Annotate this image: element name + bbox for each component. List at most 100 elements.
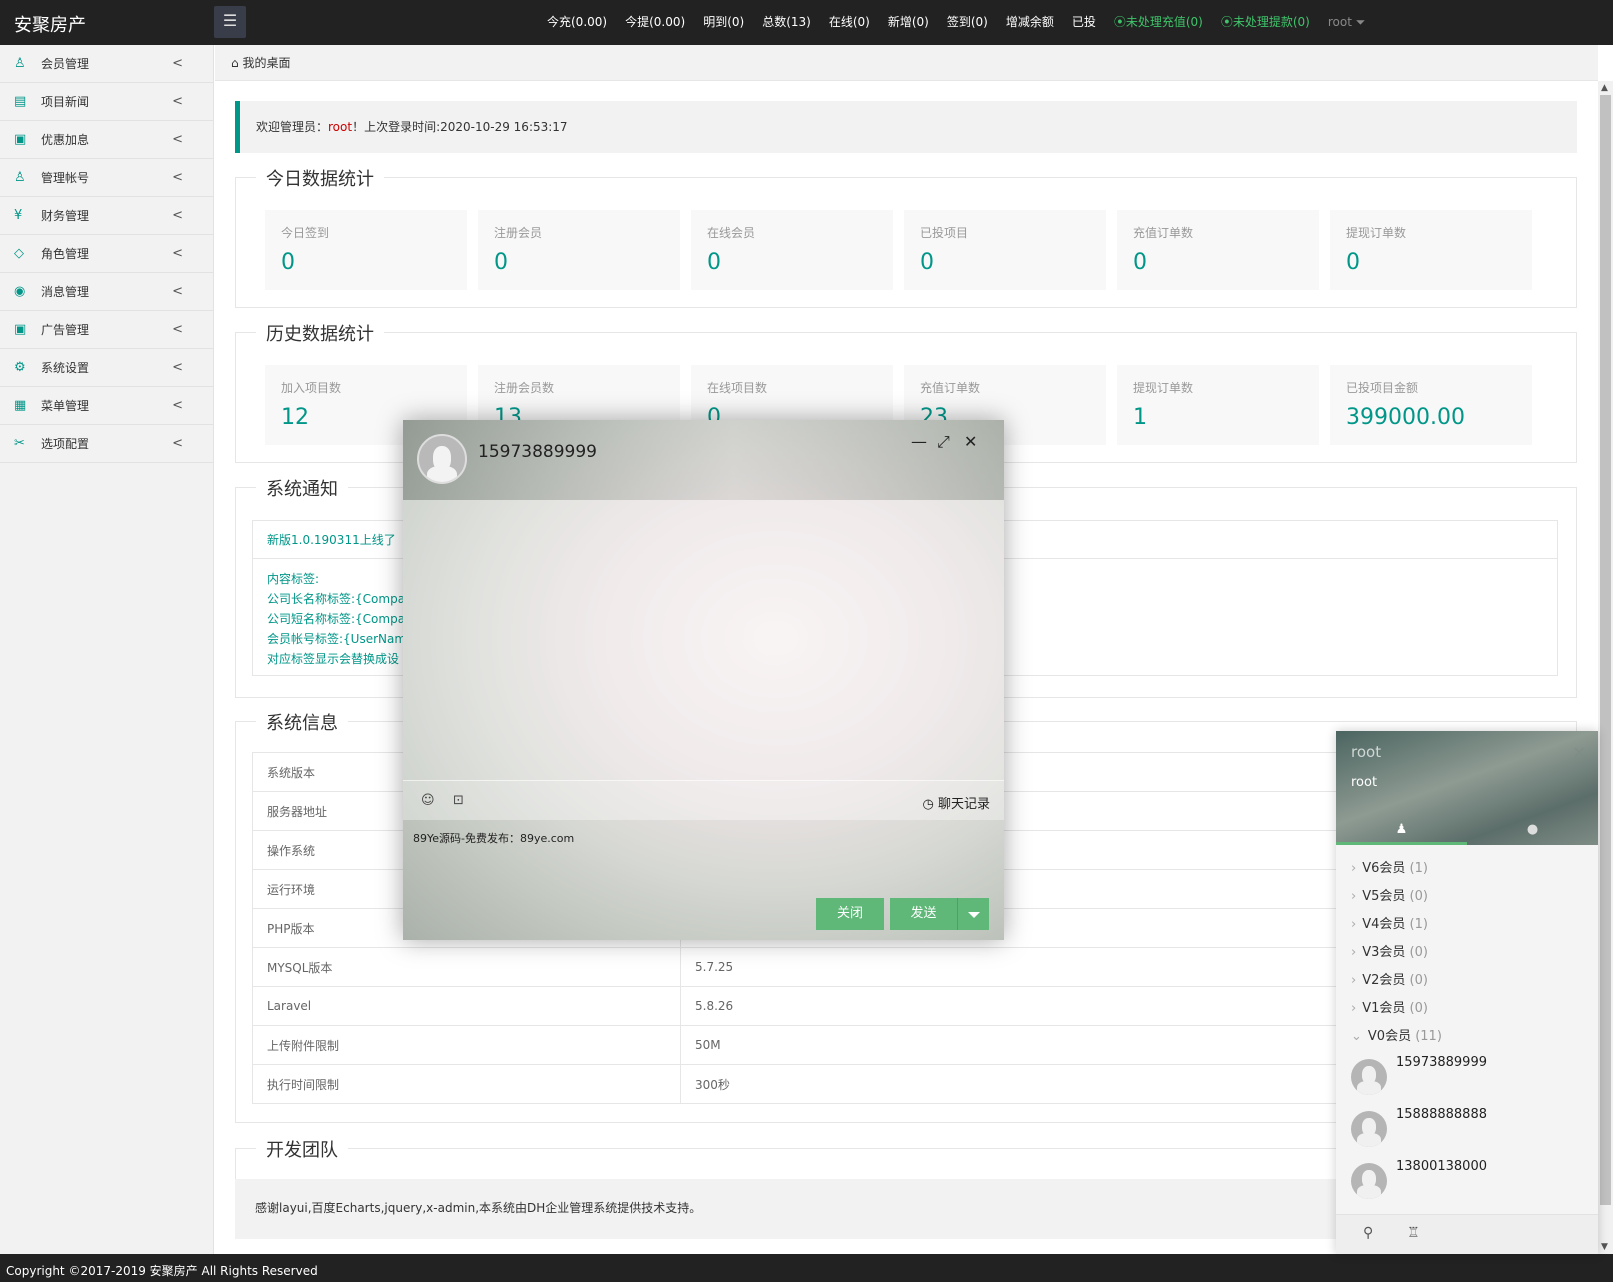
nav-pending-recharge[interactable]: ⦿未处理充值(0): [1105, 0, 1212, 45]
stat-label: 今日签到: [281, 226, 330, 240]
today-stats-title: 今日数据统计: [256, 165, 384, 191]
scrollbar-thumb[interactable]: [1600, 95, 1611, 1205]
group-name: V4会员: [1362, 917, 1406, 932]
nav-today-recharge[interactable]: 今充(0.00): [538, 0, 616, 45]
list-item[interactable]: › V2会员 (0): [1336, 967, 1598, 995]
list-item[interactable]: › V4会员 (1): [1336, 911, 1598, 939]
sidebar-item-admin[interactable]: ♙ 管理帐号 <: [0, 159, 213, 197]
top-bar: 安聚房产 ☰ 今充(0.00) 今提(0.00) 明到(0) 总数(13) 在线…: [0, 0, 1613, 45]
discount-icon: ▣: [14, 132, 27, 147]
chevron-right-icon: ›: [1351, 861, 1357, 876]
chat-toolbar: ☺ ⊡ ◷ 聊天记录: [403, 780, 1004, 820]
chevron-left-icon: <: [172, 94, 183, 109]
nav-invested[interactable]: 已投: [1063, 0, 1105, 45]
nav-pending-withdraw[interactable]: ⦿未处理提款(0): [1212, 0, 1319, 45]
close-icon[interactable]: ✕: [1573, 743, 1586, 762]
maximize-icon[interactable]: ⤢: [937, 432, 950, 452]
group-count: (11): [1415, 1029, 1442, 1044]
sidebar-item-ads[interactable]: ▣ 广告管理 <: [0, 311, 213, 349]
stat-label: 提现订单数: [1133, 381, 1194, 395]
welcome-banner: 欢迎管理员：root！上次登录时间:2020-10-29 16:53:17: [235, 101, 1577, 153]
clock-icon: ◷: [922, 797, 934, 812]
list-item[interactable]: › V5会员 (0): [1336, 883, 1598, 911]
stat-label: 充值订单数: [920, 381, 981, 395]
sidebar-item-discount[interactable]: ▣ 优惠加息 <: [0, 121, 213, 159]
sidebar-item-menus[interactable]: ▦ 菜单管理 <: [0, 387, 213, 425]
chevron-right-icon: ›: [1351, 1001, 1357, 1016]
im-main-panel: root root ✕ ♟ ● › V6会员 (1) › V5会员 (0) › V4会…: [1336, 731, 1598, 1254]
chevron-left-icon: <: [172, 246, 183, 261]
stat-label: 已投项目: [920, 226, 969, 240]
stat-card: 提现订单数 0: [1330, 210, 1532, 290]
skin-icon[interactable]: ♖: [1407, 1225, 1420, 1241]
sidebar-item-label: 系统设置: [41, 361, 90, 375]
close-icon[interactable]: ✕: [964, 432, 977, 451]
welcome-user: root: [328, 120, 353, 134]
tab-my-desktop[interactable]: 我的桌面: [242, 56, 290, 70]
group-count: (0): [1409, 973, 1428, 988]
image-icon[interactable]: ⊡: [453, 793, 464, 808]
nav-adjust-balance[interactable]: 增减余额: [997, 0, 1063, 45]
nav-checkin[interactable]: 签到(0): [938, 0, 997, 45]
chevron-left-icon: <: [172, 56, 183, 71]
tab-friends[interactable]: ♟: [1336, 817, 1467, 845]
list-item[interactable]: 13800138000: [1336, 1155, 1598, 1207]
im-user-sign[interactable]: root: [1351, 775, 1377, 790]
group-count: (0): [1409, 1001, 1428, 1016]
im-header[interactable]: root root ✕ ♟ ●: [1336, 731, 1598, 845]
menu-icon: ▦: [14, 398, 27, 413]
role-icon: ◇: [14, 246, 24, 261]
system-info-title: 系统信息: [256, 709, 348, 735]
sidebar-item-finance[interactable]: ¥ 财务管理 <: [0, 197, 213, 235]
list-item[interactable]: ⌄ V0会员 (11): [1336, 1023, 1598, 1051]
stat-label: 注册会员数: [494, 381, 555, 395]
sidebar-item-roles[interactable]: ◇ 角色管理 <: [0, 235, 213, 273]
group-name: V6会员: [1362, 861, 1406, 876]
sidebar-item-settings[interactable]: ⚙ 系统设置 <: [0, 349, 213, 387]
chat-history-link[interactable]: ◷ 聊天记录: [923, 793, 991, 812]
chat-input[interactable]: 89Ye源码-免费发布：89ye.com: [413, 830, 993, 890]
list-item[interactable]: 15973889999: [1336, 1051, 1598, 1103]
chat-header[interactable]: 15973889999 — ⤢ ✕: [403, 420, 1004, 500]
nav-tomorrow-due[interactable]: 明到(0): [694, 0, 753, 45]
stat-card: 已投项目 0: [904, 210, 1106, 290]
stat-label: 提现订单数: [1346, 226, 1407, 240]
top-nav: 今充(0.00) 今提(0.00) 明到(0) 总数(13) 在线(0) 新增(…: [538, 0, 1374, 45]
sidebar-item-news[interactable]: ▤ 项目新闻 <: [0, 83, 213, 121]
im-friend-groups: › V6会员 (1) › V5会员 (0) › V4会员 (1) › V3会员 (0) …: [1336, 855, 1598, 1207]
minimize-icon[interactable]: —: [911, 432, 927, 451]
list-item[interactable]: › V6会员 (1): [1336, 855, 1598, 883]
tab-chats[interactable]: ●: [1467, 817, 1598, 845]
list-item[interactable]: 15888888888: [1336, 1103, 1598, 1155]
sidebar-item-label: 选项配置: [41, 437, 90, 451]
sidebar-item-members[interactable]: ♙ 会员管理 <: [0, 45, 213, 83]
page-scrollbar[interactable]: ▲ ▼: [1598, 81, 1613, 1254]
stat-value: 0: [281, 250, 295, 275]
ad-icon: ▣: [14, 322, 27, 337]
emoji-icon[interactable]: ☺: [421, 793, 435, 808]
chevron-left-icon: <: [172, 132, 183, 147]
stat-card: 已投项目金额 399000.00: [1330, 365, 1532, 445]
send-options-dropdown[interactable]: [958, 898, 989, 930]
sidebar-item-options[interactable]: ✂ 选项配置 <: [0, 425, 213, 463]
menu-toggle-button[interactable]: ☰: [214, 6, 246, 38]
list-item[interactable]: › V1会员 (0): [1336, 995, 1598, 1023]
sidebar-item-label: 广告管理: [41, 323, 90, 337]
send-button[interactable]: 发送: [890, 898, 958, 930]
friend-name: 15888888888: [1396, 1107, 1487, 1122]
nav-new[interactable]: 新增(0): [879, 0, 938, 45]
chat-contact-name: 15973889999: [478, 442, 597, 462]
message-icon: ◉: [14, 284, 26, 299]
search-icon[interactable]: ⚲: [1363, 1225, 1373, 1241]
nav-online[interactable]: 在线(0): [820, 0, 879, 45]
group-name: V1会员: [1362, 1001, 1406, 1016]
user-menu[interactable]: root ⏷: [1319, 0, 1374, 45]
list-item[interactable]: › V3会员 (0): [1336, 939, 1598, 967]
nav-total[interactable]: 总数(13): [753, 0, 820, 45]
close-button[interactable]: 关闭: [816, 898, 884, 930]
scroll-down-icon[interactable]: ▼: [1601, 1242, 1608, 1252]
scroll-up-icon[interactable]: ▲: [1601, 83, 1608, 93]
system-notice-title: 系统通知: [256, 475, 348, 501]
nav-today-withdraw[interactable]: 今提(0.00): [616, 0, 694, 45]
sidebar-item-messages[interactable]: ◉ 消息管理 <: [0, 273, 213, 311]
